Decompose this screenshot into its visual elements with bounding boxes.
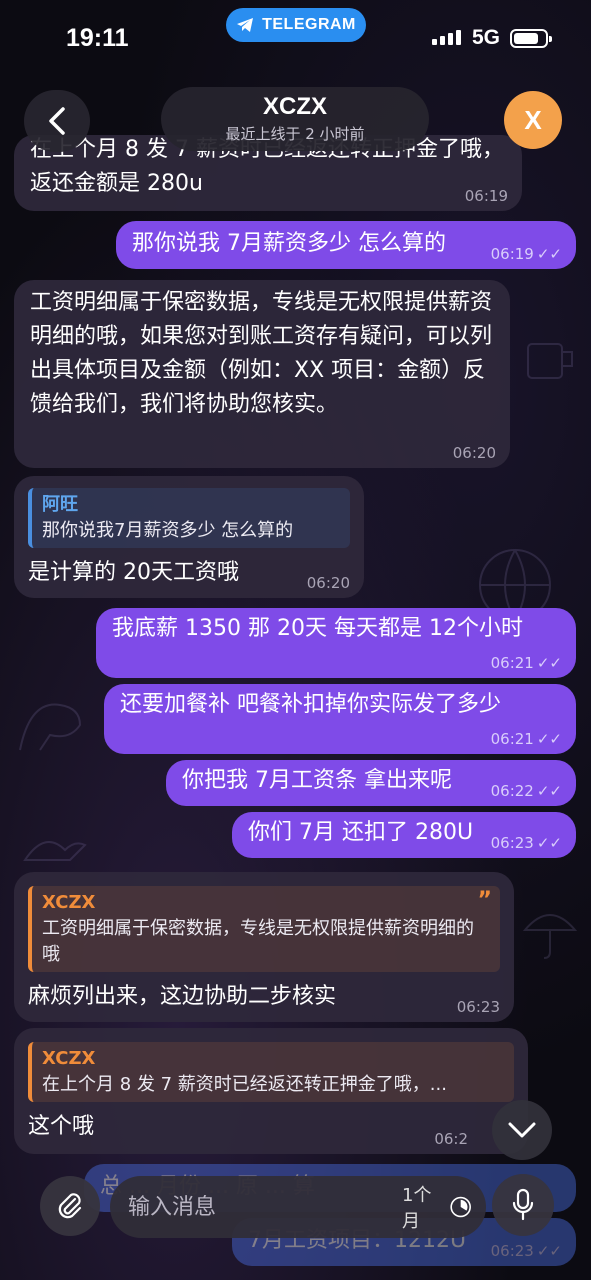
- read-checkmarks-icon: ✓✓: [536, 782, 562, 800]
- avatar[interactable]: X: [504, 91, 562, 149]
- message-incoming-reply[interactable]: XCZX 工资明细属于保密数据，专线是无权限提供薪资明细的哦 ” 麻烦列出来，这…: [14, 872, 514, 1022]
- message-outgoing[interactable]: 还要加餐补 吧餐补扣掉你实际发了多少 06:21 ✓✓: [104, 684, 576, 754]
- microphone-icon: [512, 1188, 534, 1221]
- read-checkmarks-icon: ✓✓: [536, 730, 562, 748]
- message-time: 06:21 ✓✓: [490, 730, 562, 748]
- dinosaur-doodle-icon: [19, 703, 82, 751]
- telegram-banner[interactable]: TELEGRAM: [226, 8, 366, 42]
- reply-quote[interactable]: XCZX 在上个月 8 发 7 薪资时已经返还转正押金了哦，...: [28, 1042, 514, 1102]
- message-time: 06:19 ✓✓: [490, 245, 562, 263]
- quote-text: 在上个月 8 发 7 薪资时已经返还转正押金了哦，...: [42, 1074, 447, 1095]
- read-checkmarks-icon: ✓✓: [536, 245, 562, 263]
- battery-icon: [510, 29, 552, 48]
- chevron-left-icon: [49, 107, 65, 135]
- message-text: 麻烦列出来，这边协助二步核实: [28, 984, 337, 1009]
- message-outgoing[interactable]: 你把我 7月工资条 拿出来呢 06:22 ✓✓: [166, 760, 576, 806]
- message-incoming-reply[interactable]: 阿旺 那你说我7月薪资多少 怎么算的 是计算的 20天工资哦 06:20: [14, 476, 364, 598]
- message-outgoing[interactable]: 你们 7月 还扣了 280U 06:23 ✓✓: [232, 812, 576, 858]
- quote-author: 阿旺: [42, 494, 78, 515]
- message-time: 06:21 ✓✓: [490, 654, 562, 672]
- bird-doodle-icon: [23, 841, 87, 861]
- microphone-button[interactable]: [492, 1174, 554, 1236]
- auto-delete-label: 1个月: [402, 1185, 432, 1232]
- quote-author: XCZX: [42, 892, 96, 913]
- message-text: 是计算的 20天工资哦: [28, 560, 239, 585]
- message-time: 06:23 ✓✓: [490, 1242, 562, 1260]
- status-bar: 19:11 TELEGRAM 5G: [0, 0, 591, 80]
- message-text: 工资明细属于保密数据，专线是无权限提供薪资明细的哦，如果您对到账工资存有疑问，可…: [30, 290, 493, 417]
- quote-text: 工资明细属于保密数据，专线是无权限提供薪资明细的哦: [42, 918, 474, 965]
- message-time: 06:20: [452, 444, 496, 462]
- chat-title: XCZX: [262, 93, 327, 120]
- read-checkmarks-icon: ✓✓: [536, 654, 562, 672]
- clock: 19:11: [66, 24, 129, 52]
- message-input[interactable]: [128, 1194, 402, 1220]
- scroll-down-button[interactable]: [492, 1100, 552, 1160]
- message-incoming-reply[interactable]: XCZX 在上个月 8 发 7 薪资时已经返还转正押金了哦，... 这个哦 06…: [14, 1028, 528, 1154]
- message-time: 06:23: [456, 998, 500, 1016]
- quote-text: 那你说我7月薪资多少 怎么算的: [42, 520, 294, 541]
- message-text: 还要加餐补 吧餐补扣掉你实际发了多少: [120, 692, 501, 717]
- message-time: 06:2: [434, 1130, 468, 1148]
- message-composer[interactable]: 1个月: [110, 1176, 486, 1238]
- doodle-icon: [527, 343, 573, 379]
- chat-header[interactable]: XCZX 最近上线于 2 小时前: [161, 87, 429, 151]
- reply-quote[interactable]: 阿旺 那你说我7月薪资多少 怎么算的: [28, 488, 350, 548]
- network-type: 5G: [472, 26, 501, 49]
- quote-mark-icon: ”: [477, 888, 492, 913]
- read-checkmarks-icon: ✓✓: [536, 834, 562, 852]
- paperclip-icon: [58, 1193, 82, 1219]
- umbrella-doodle-icon: [522, 914, 578, 959]
- back-button[interactable]: [24, 90, 90, 152]
- quote-author: XCZX: [42, 1048, 96, 1069]
- reply-quote[interactable]: XCZX 工资明细属于保密数据，专线是无权限提供薪资明细的哦 ”: [28, 886, 500, 972]
- message-outgoing[interactable]: 我底薪 1350 那 20天 每天都是 12个小时 06:21 ✓✓: [96, 608, 576, 678]
- telegram-plane-icon: [237, 18, 254, 32]
- message-time: 06:23 ✓✓: [490, 834, 562, 852]
- last-seen-status: 最近上线于 2 小时前: [225, 125, 365, 143]
- telegram-banner-label: TELEGRAM: [262, 16, 356, 33]
- message-incoming[interactable]: 工资明细属于保密数据，专线是无权限提供薪资明细的哦，如果您对到账工资存有疑问，可…: [14, 280, 510, 468]
- message-outgoing[interactable]: 那你说我 7月薪资多少 怎么算的 06:19 ✓✓: [116, 221, 576, 269]
- timer-icon[interactable]: [449, 1191, 472, 1223]
- signal-icon: [432, 30, 461, 45]
- message-time: 06:19: [464, 187, 508, 205]
- message-time: 06:22 ✓✓: [490, 782, 562, 800]
- attach-button[interactable]: [40, 1176, 100, 1236]
- message-time: 06:20: [306, 574, 350, 592]
- avatar-letter: X: [524, 104, 542, 135]
- chevron-down-icon: [508, 1122, 536, 1138]
- message-text: 我底薪 1350 那 20天 每天都是 12个小时: [112, 616, 523, 641]
